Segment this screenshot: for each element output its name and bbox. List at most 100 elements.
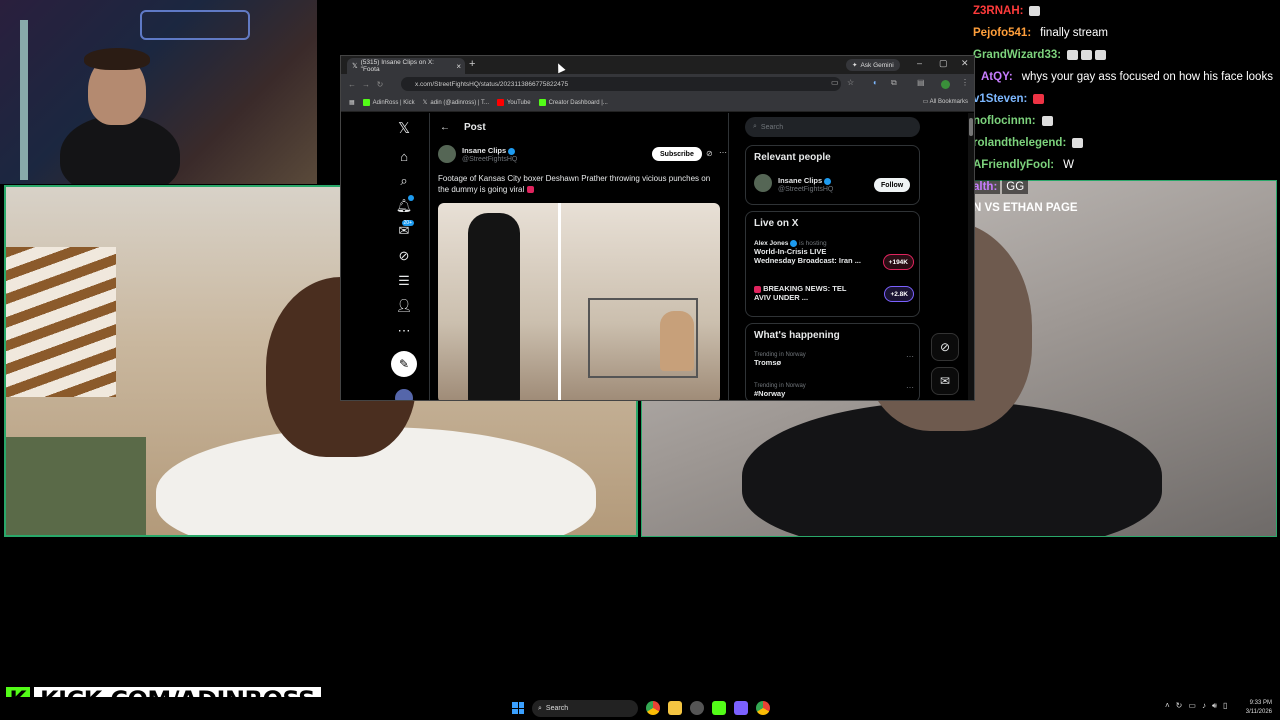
settings-icon[interactable] xyxy=(690,701,704,715)
listener-count: +194K xyxy=(882,254,914,270)
home-icon[interactable]: ⌂ xyxy=(391,145,417,167)
follow-button[interactable]: Follow xyxy=(874,178,911,192)
listener-count: +2.8K xyxy=(884,286,914,302)
x-logo-icon[interactable]: 𝕏 xyxy=(391,117,417,139)
account-avatar[interactable] xyxy=(395,389,413,400)
minimize-icon[interactable]: – xyxy=(917,58,922,68)
kick-app-icon[interactable] xyxy=(712,701,726,715)
bookmark-star-icon[interactable]: ☆ xyxy=(847,78,854,87)
clock[interactable]: 9:33 PM 3/11/2026 xyxy=(1246,699,1272,717)
reload-icon[interactable]: ↻ xyxy=(373,80,387,89)
battery-icon[interactable]: ▯ xyxy=(1223,701,1227,711)
back-icon[interactable]: ← xyxy=(345,80,359,89)
search-input[interactable]: ⌕ Search xyxy=(745,117,920,137)
grok-float-button[interactable]: ⊘ xyxy=(931,333,959,361)
discord-icon[interactable] xyxy=(734,701,748,715)
neon-sign xyxy=(140,10,250,40)
author-avatar[interactable] xyxy=(438,145,456,163)
bookmark-label: YouTube xyxy=(506,99,531,106)
taskbar-search[interactable]: ⌕ Search xyxy=(532,700,638,717)
whats-happening-card: What's happening Trending in Norway Trom… xyxy=(745,323,920,400)
notifications-icon[interactable]: 🔔︎ xyxy=(391,195,417,217)
chat-message: v1Steven: xyxy=(970,89,1045,109)
author-handle[interactable]: @StreetFightsHQ xyxy=(462,156,517,163)
post-header: ← Post xyxy=(430,113,728,141)
bookmark-kick[interactable]: AdinRoss | Kick xyxy=(362,99,415,106)
more-options-icon[interactable]: ⋯ xyxy=(719,148,727,157)
bookmark-creator[interactable]: Creator Dashboard |... xyxy=(538,99,608,106)
trend-item[interactable]: Trending in Norway #Norway ⋯ xyxy=(754,383,914,398)
menu-icon[interactable]: ⋮ xyxy=(961,78,969,87)
compose-post-button[interactable]: ✎ xyxy=(391,351,417,377)
lists-icon[interactable]: ☰ xyxy=(391,270,417,292)
all-bookmarks[interactable]: ▭ All Bookmarks xyxy=(923,98,968,105)
trend-item[interactable]: Trending in Norway Tromsø ⋯ xyxy=(754,352,914,367)
emoji-icon xyxy=(526,186,534,194)
scrollbar-thumb[interactable] xyxy=(969,118,973,136)
relevant-name[interactable]: Insane Clips xyxy=(778,176,832,185)
mic-icon[interactable]: ♪ xyxy=(1202,701,1206,711)
notifications-badge xyxy=(408,195,414,201)
listener-count-text: +194K xyxy=(888,258,908,266)
start-icon[interactable] xyxy=(512,702,524,714)
post-text: Footage of Kansas City boxer Deshawn Pra… xyxy=(438,173,718,195)
live-title: Live on X xyxy=(754,218,799,229)
more-options-icon[interactable]: ⋯ xyxy=(906,383,914,392)
tab-title: (5315) Insane Clips on X: "Foota xyxy=(360,59,434,73)
back-arrow-icon[interactable]: ← xyxy=(440,122,450,133)
sidepanel-icon[interactable]: ▤ xyxy=(917,78,925,87)
bookmark-youtube[interactable]: YouTube xyxy=(496,99,531,106)
new-tab-icon[interactable]: + xyxy=(469,58,475,70)
ladder xyxy=(20,20,28,180)
messages-icon[interactable]: ✉ 20+ xyxy=(391,220,417,242)
grok-icon[interactable]: ⊘ xyxy=(391,245,417,267)
whats-happening-title: What's happening xyxy=(754,330,840,341)
chevron-up-icon[interactable]: ˄ xyxy=(1165,701,1170,711)
network-icon[interactable]: ▭ xyxy=(1188,701,1196,711)
forward-icon[interactable]: → xyxy=(359,80,373,89)
sync-icon[interactable]: ↻ xyxy=(1176,701,1183,711)
more-options-icon[interactable]: ⋯ xyxy=(906,352,914,361)
cast-icon[interactable]: ▭ xyxy=(831,78,839,87)
browser-tab[interactable]: 𝕏 (5315) Insane Clips on X: "Foota × xyxy=(347,58,465,74)
profile-icon[interactable]: 👤︎ xyxy=(391,295,417,317)
search-icon: ⌕ xyxy=(753,123,757,130)
listener-count-text: +2.8K xyxy=(890,290,908,298)
bookmark-x[interactable]: 𝕏adin (@adinross) | T... xyxy=(423,99,489,107)
chrome-icon[interactable] xyxy=(646,701,660,715)
boxer-figure xyxy=(468,213,520,400)
live-item[interactable]: Alex Jones is hosting World-In-Crisis LI… xyxy=(754,240,914,270)
maximize-icon[interactable]: ▢ xyxy=(939,58,948,69)
chat-message: AFriendlyFool: W xyxy=(970,155,1078,175)
url-field[interactable]: x.com/StreetFightsHQ/status/202311386677… xyxy=(401,77,841,91)
grok-icon[interactable]: ⊘ xyxy=(706,149,713,158)
folder-icon: ▭ xyxy=(922,99,930,105)
post-media[interactable] xyxy=(438,203,720,400)
relevant-name-text: Insane Clips xyxy=(778,176,823,185)
live-item[interactable]: BREAKING NEWS: TEL AVIV UNDER ... +2.8K xyxy=(754,284,914,302)
close-window-icon[interactable]: ✕ xyxy=(961,58,969,69)
chrome-icon[interactable] xyxy=(756,701,770,715)
extensions-icon[interactable]: ⧉ xyxy=(891,78,897,88)
translate-icon[interactable]: ◐ xyxy=(873,78,878,87)
close-tab-icon[interactable]: × xyxy=(456,62,461,71)
relevant-avatar[interactable] xyxy=(754,174,772,192)
media-divider xyxy=(558,203,561,400)
search-icon[interactable]: ⌕ xyxy=(391,170,417,192)
profile-avatar[interactable] xyxy=(941,80,950,89)
more-icon[interactable]: ⋯ xyxy=(391,320,417,342)
webcam-streamer xyxy=(0,0,317,184)
messages-float-button[interactable]: ✉ xyxy=(931,367,959,395)
author-name[interactable]: Insane Clips xyxy=(462,146,516,155)
subscribe-button[interactable]: Subscribe xyxy=(652,147,702,161)
file-explorer-icon[interactable] xyxy=(668,701,682,715)
relevant-handle[interactable]: @StreetFightsHQ xyxy=(778,186,833,193)
apps-icon[interactable]: ▦ xyxy=(349,99,355,106)
scrollbar[interactable] xyxy=(968,113,974,400)
volume-icon[interactable]: 🔊︎ xyxy=(1212,701,1217,711)
chat-message: alth: GG xyxy=(970,177,1029,197)
mail-icon: ✉ xyxy=(939,374,951,388)
ask-gemini-button[interactable]: ✦ Ask Gemini xyxy=(846,59,900,71)
grok-icon: ⊘ xyxy=(939,340,951,354)
kick-icon xyxy=(538,99,546,106)
